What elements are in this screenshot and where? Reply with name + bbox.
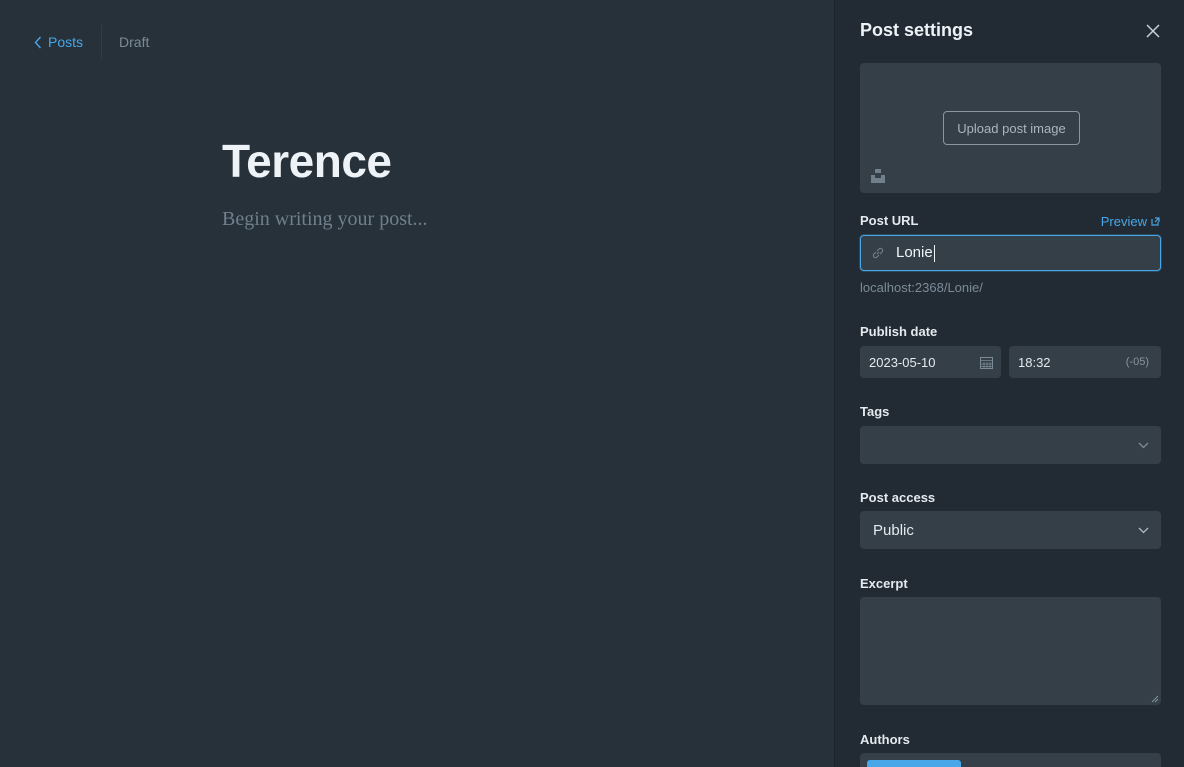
link-icon xyxy=(872,247,884,259)
post-url-hint: localhost:2368/Lonie/ xyxy=(860,280,983,295)
tags-label: Tags xyxy=(860,404,890,419)
calendar-icon[interactable] xyxy=(980,356,993,369)
app: Posts Draft Terence Begin writing your p… xyxy=(0,0,1184,767)
publish-time-value: 18:32 xyxy=(1018,354,1051,370)
publish-date-label: Publish date xyxy=(860,324,938,339)
close-settings-button[interactable] xyxy=(1144,22,1162,40)
excerpt-label: Excerpt xyxy=(860,576,908,591)
timezone-label: (-05) xyxy=(1125,356,1149,368)
authors-input[interactable] xyxy=(860,753,1161,767)
post-body-editor[interactable]: Begin writing your post... xyxy=(222,208,428,231)
resize-handle-icon[interactable] xyxy=(1151,695,1159,703)
chevron-down-icon xyxy=(1138,527,1149,533)
post-access-label: Post access xyxy=(860,490,936,505)
publish-date-value: 2023-05-10 xyxy=(869,354,936,370)
close-icon xyxy=(1146,24,1160,38)
chevron-left-icon xyxy=(34,36,42,48)
post-image-dropzone[interactable]: Upload post image xyxy=(860,63,1161,193)
external-link-icon xyxy=(1151,217,1160,226)
chevron-down-icon xyxy=(1138,442,1149,448)
preview-label: Preview xyxy=(1100,214,1147,229)
preview-link[interactable]: Preview xyxy=(1101,214,1160,229)
back-to-posts-link[interactable]: Posts xyxy=(34,25,101,59)
post-title-input[interactable]: Terence xyxy=(222,134,392,188)
post-status: Draft xyxy=(119,34,150,50)
panel-title: Post settings xyxy=(860,20,974,40)
post-access-select[interactable]: Public xyxy=(860,511,1161,549)
back-link-label: Posts xyxy=(48,34,84,50)
unsplash-icon[interactable] xyxy=(871,169,885,183)
post-url-value: Lonie xyxy=(896,244,935,262)
post-url-input[interactable]: Lonie xyxy=(860,235,1161,271)
editor-pane: Posts Draft Terence Begin writing your p… xyxy=(0,0,835,767)
excerpt-textarea[interactable] xyxy=(860,597,1161,705)
authors-label: Authors xyxy=(860,732,910,747)
post-settings-panel: Post settings Upload post image Post URL… xyxy=(834,0,1184,767)
publish-date-input[interactable]: 2023-05-10 xyxy=(860,346,1001,378)
post-access-value: Public xyxy=(873,521,914,539)
tags-select[interactable] xyxy=(860,426,1161,464)
upload-post-image-button[interactable]: Upload post image xyxy=(943,111,1080,145)
editor-topbar: Posts Draft xyxy=(34,25,149,59)
author-token[interactable] xyxy=(867,760,961,767)
post-url-label: Post URL xyxy=(860,213,919,228)
publish-time-input[interactable]: 18:32 (-05) xyxy=(1009,346,1161,378)
